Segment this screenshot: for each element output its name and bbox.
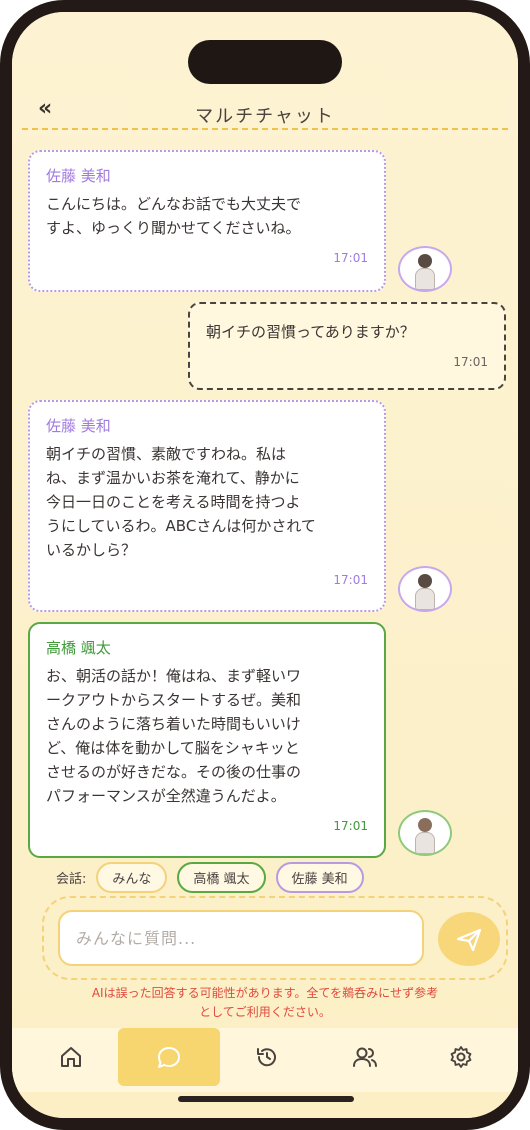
avatar-miwa[interactable] (398, 246, 452, 292)
home-indicator (178, 1096, 354, 1102)
camera-notch (188, 40, 342, 84)
message-line: こんにちは。どんなお話でも大丈夫で (46, 195, 302, 213)
message-line: 朝イチの習慣、素敵ですわね。私は (46, 445, 287, 463)
nav-home[interactable] (34, 1028, 108, 1086)
message-time: 17:01 (333, 573, 368, 587)
message-time: 17:01 (453, 355, 488, 369)
message-user-1: 朝イチの習慣ってありますか？ 17:01 (188, 302, 506, 390)
home-icon (61, 1047, 81, 1067)
nav-history[interactable] (230, 1028, 304, 1086)
ai-disclaimer: AIは誤った回答する可能性があります。全てを鵜呑みにせず参考 としてご利用くださ… (32, 984, 498, 1022)
avatar-head (418, 818, 432, 832)
conversation-selector: 会話: みんな 高橋 颯太 佐藤 美和 (56, 861, 364, 893)
screen: « マルチチャット 佐藤 美和 こんにちは。どんなお話でも大丈夫で すよ、ゆっく… (12, 12, 518, 1118)
bottom-nav (12, 1028, 518, 1092)
nav-users[interactable] (328, 1028, 402, 1086)
message-ai-sota-1: 高橋 颯太 お、朝活の話か！俺はね、まず軽いワ ークアウトからスタートするぜ。美… (28, 622, 386, 858)
message-ai-miwa-1: 佐藤 美和 こんにちは。どんなお話でも大丈夫で すよ、ゆっくり聞かせてくださいね… (28, 150, 386, 292)
message-line: お、朝活の話か！俺はね、まず軽いワ (46, 667, 302, 685)
message-line: パフォーマンスが全然違うんだよ。 (46, 787, 286, 805)
nav-chat[interactable] (118, 1028, 220, 1086)
composer (42, 896, 508, 980)
message-line: させるのが好きだな。その後の仕事の (46, 763, 302, 781)
message-sender: 高橋 颯太 (46, 639, 111, 657)
phone-frame: « マルチチャット 佐藤 美和 こんにちは。どんなお話でも大丈夫で すよ、ゆっく… (0, 0, 530, 1130)
message-ai-miwa-2: 佐藤 美和 朝イチの習慣、素敵ですわね。私は ね、まず温かいお茶を淹れて、静かに… (28, 400, 386, 612)
message-line: ークアウトからスタートするぜ。美和 (46, 691, 302, 709)
disclaimer-line: としてご利用ください。 (199, 1005, 331, 1019)
avatar-head (418, 574, 432, 588)
message-line: いるかしら？ (46, 541, 137, 559)
users-icon (353, 1047, 377, 1067)
chip-everyone[interactable]: みんな (96, 861, 168, 893)
message-line: さんのように落ち着いた時間もいいけ (46, 715, 301, 733)
avatar-body (415, 832, 435, 854)
page-title: マルチチャット (195, 106, 335, 127)
message-line: 朝イチの習慣ってありますか？ (206, 323, 415, 341)
avatar-body (415, 588, 435, 610)
chat-bubble-icon (158, 1047, 180, 1068)
message-sender: 佐藤 美和 (46, 167, 111, 185)
avatar-head (418, 254, 432, 268)
message-sender: 佐藤 美和 (46, 417, 111, 435)
chip-takahashi[interactable]: 高橋 颯太 (177, 861, 266, 893)
header: « マルチチャット (12, 90, 518, 140)
message-time: 17:01 (333, 819, 368, 833)
message-line: うにしているわ。ABCさんは何かされて (46, 517, 316, 535)
avatar-sota[interactable] (398, 810, 452, 856)
nav-settings[interactable] (424, 1028, 498, 1086)
message-time: 17:01 (333, 251, 368, 265)
chip-sato[interactable]: 佐藤 美和 (275, 861, 364, 893)
disclaimer-line: AIは誤った回答する可能性があります。全てを鵜呑みにせず参考 (91, 986, 439, 1000)
header-divider (22, 128, 508, 130)
conversation-label: 会話: (56, 871, 87, 887)
gear-icon (450, 1046, 472, 1068)
message-line: ね、まず温かいお茶を淹れて、静かに (46, 469, 300, 487)
avatar-miwa[interactable] (398, 566, 452, 612)
send-button[interactable] (438, 912, 500, 966)
history-icon (257, 1048, 276, 1067)
message-line: ど、俺は体を動かして脳をシャキッと (46, 739, 300, 757)
message-input[interactable] (58, 910, 424, 966)
message-line: すよ、ゆっくり聞かせてくださいね。 (46, 219, 301, 237)
send-icon (456, 928, 482, 952)
avatar-body (415, 268, 435, 290)
message-line: 今日一日のことを考える時間を持つよ (46, 493, 301, 511)
